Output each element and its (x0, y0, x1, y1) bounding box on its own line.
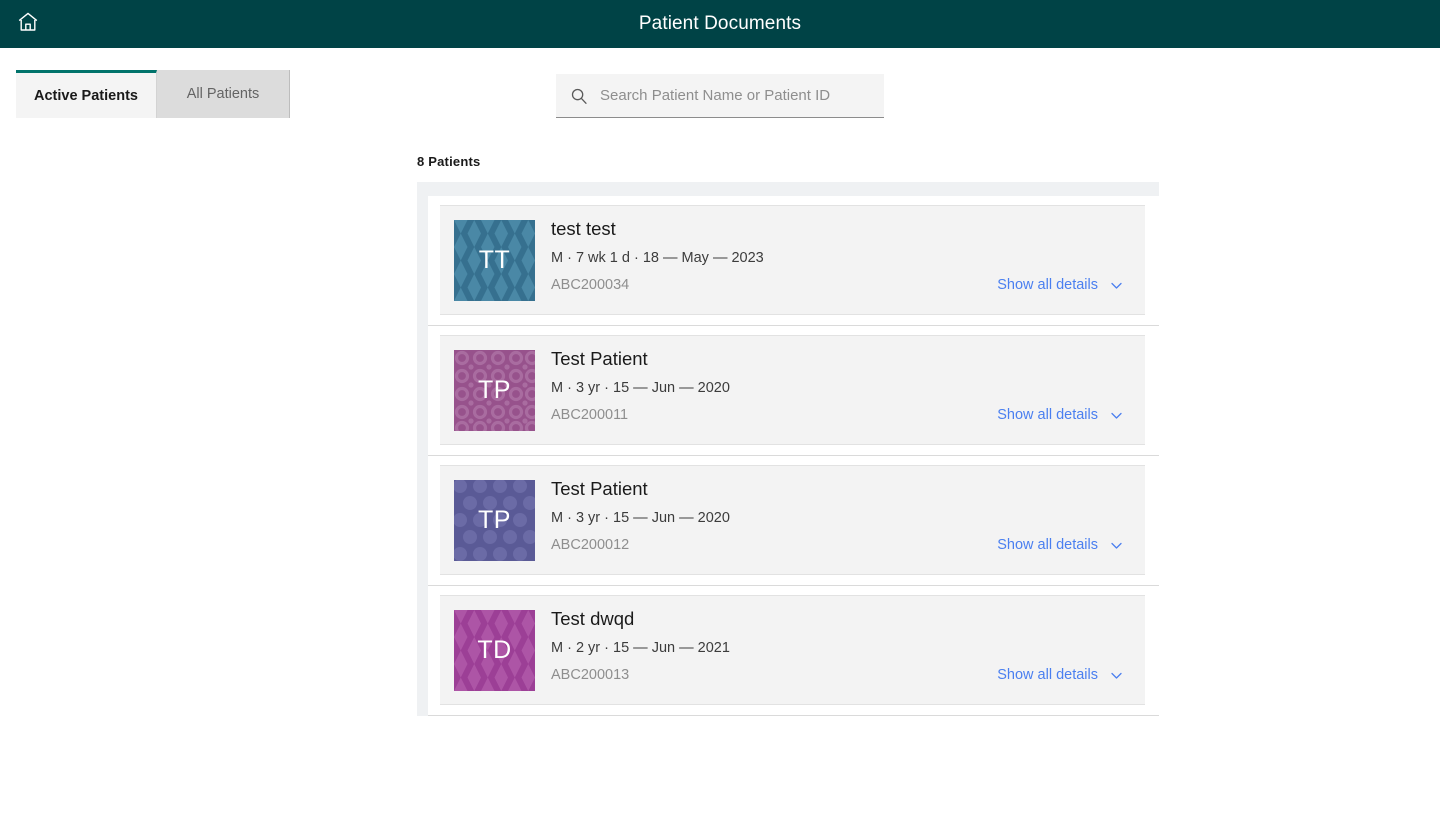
chevron-down-icon (1110, 669, 1123, 682)
avatar-initials: TP (478, 506, 511, 535)
patient-tabs: Active Patients All Patients (16, 70, 290, 118)
patient-count: 8 Patients (417, 154, 1159, 169)
list-scrollbar[interactable] (417, 196, 428, 716)
tab-active-patients-label: Active Patients (34, 88, 138, 104)
patient-card: TT test test M · 7 wk 1 d · 18 — May — 2… (440, 205, 1145, 315)
page-title: Patient Documents (0, 13, 1440, 35)
search-icon (570, 87, 588, 105)
avatar-initials: TD (477, 636, 511, 665)
show-all-details-label: Show all details (997, 667, 1098, 683)
show-all-details-button[interactable]: Show all details (997, 537, 1133, 553)
app-header: Patient Documents (0, 0, 1440, 48)
show-all-details-button[interactable]: Show all details (997, 407, 1133, 423)
home-button[interactable] (14, 10, 42, 38)
patient-card: TD Test dwqd M · 2 yr · 15 — Jun — 2021 … (440, 595, 1145, 705)
chevron-down-icon (1110, 279, 1123, 292)
patient-name: Test dwqd (551, 608, 1133, 630)
patient-list-area: 8 Patients (417, 154, 1159, 716)
tab-all-patients[interactable]: All Patients (157, 70, 290, 118)
list-item[interactable]: TT test test M · 7 wk 1 d · 18 — May — 2… (428, 196, 1159, 326)
avatar: TT (454, 220, 535, 301)
patient-list: TT test test M · 7 wk 1 d · 18 — May — 2… (417, 196, 1159, 716)
patient-card: TP Test Patient M · 3 yr · 15 — Jun — 20… (440, 465, 1145, 575)
patient-id: ABC200012 (551, 537, 629, 553)
chevron-down-icon (1110, 539, 1123, 552)
patient-card: TP Test Patient M · 3 yr · 15 — Jun — 20… (440, 335, 1145, 445)
avatar-initials: TT (479, 246, 511, 275)
patient-meta: M · 2 yr · 15 — Jun — 2021 (551, 640, 1133, 656)
patient-name: test test (551, 218, 1133, 240)
list-scroll-top-edge (417, 182, 1159, 196)
avatar: TP (454, 480, 535, 561)
home-icon (16, 10, 40, 39)
list-item[interactable]: TD Test dwqd M · 2 yr · 15 — Jun — 2021 … (428, 586, 1159, 716)
patient-meta: M · 3 yr · 15 — Jun — 2020 (551, 510, 1133, 526)
avatar: TP (454, 350, 535, 431)
patient-name: Test Patient (551, 478, 1133, 500)
search-input[interactable] (600, 87, 884, 104)
tab-all-patients-label: All Patients (187, 86, 260, 102)
list-item[interactable]: TP Test Patient M · 3 yr · 15 — Jun — 20… (428, 456, 1159, 586)
show-all-details-label: Show all details (997, 407, 1098, 423)
avatar-initials: TP (478, 376, 511, 405)
avatar: TD (454, 610, 535, 691)
show-all-details-label: Show all details (997, 537, 1098, 553)
patient-id: ABC200011 (551, 407, 628, 423)
patient-name: Test Patient (551, 348, 1133, 370)
patient-id: ABC200013 (551, 667, 629, 683)
tab-active-patients[interactable]: Active Patients (16, 70, 157, 118)
search-bar[interactable] (556, 74, 884, 118)
show-all-details-button[interactable]: Show all details (997, 277, 1133, 293)
show-all-details-button[interactable]: Show all details (997, 667, 1133, 683)
patient-meta: M · 7 wk 1 d · 18 — May — 2023 (551, 250, 1133, 266)
list-item[interactable]: TP Test Patient M · 3 yr · 15 — Jun — 20… (428, 326, 1159, 456)
patient-id: ABC200034 (551, 277, 629, 293)
chevron-down-icon (1110, 409, 1123, 422)
show-all-details-label: Show all details (997, 277, 1098, 293)
patient-meta: M · 3 yr · 15 — Jun — 2020 (551, 380, 1133, 396)
